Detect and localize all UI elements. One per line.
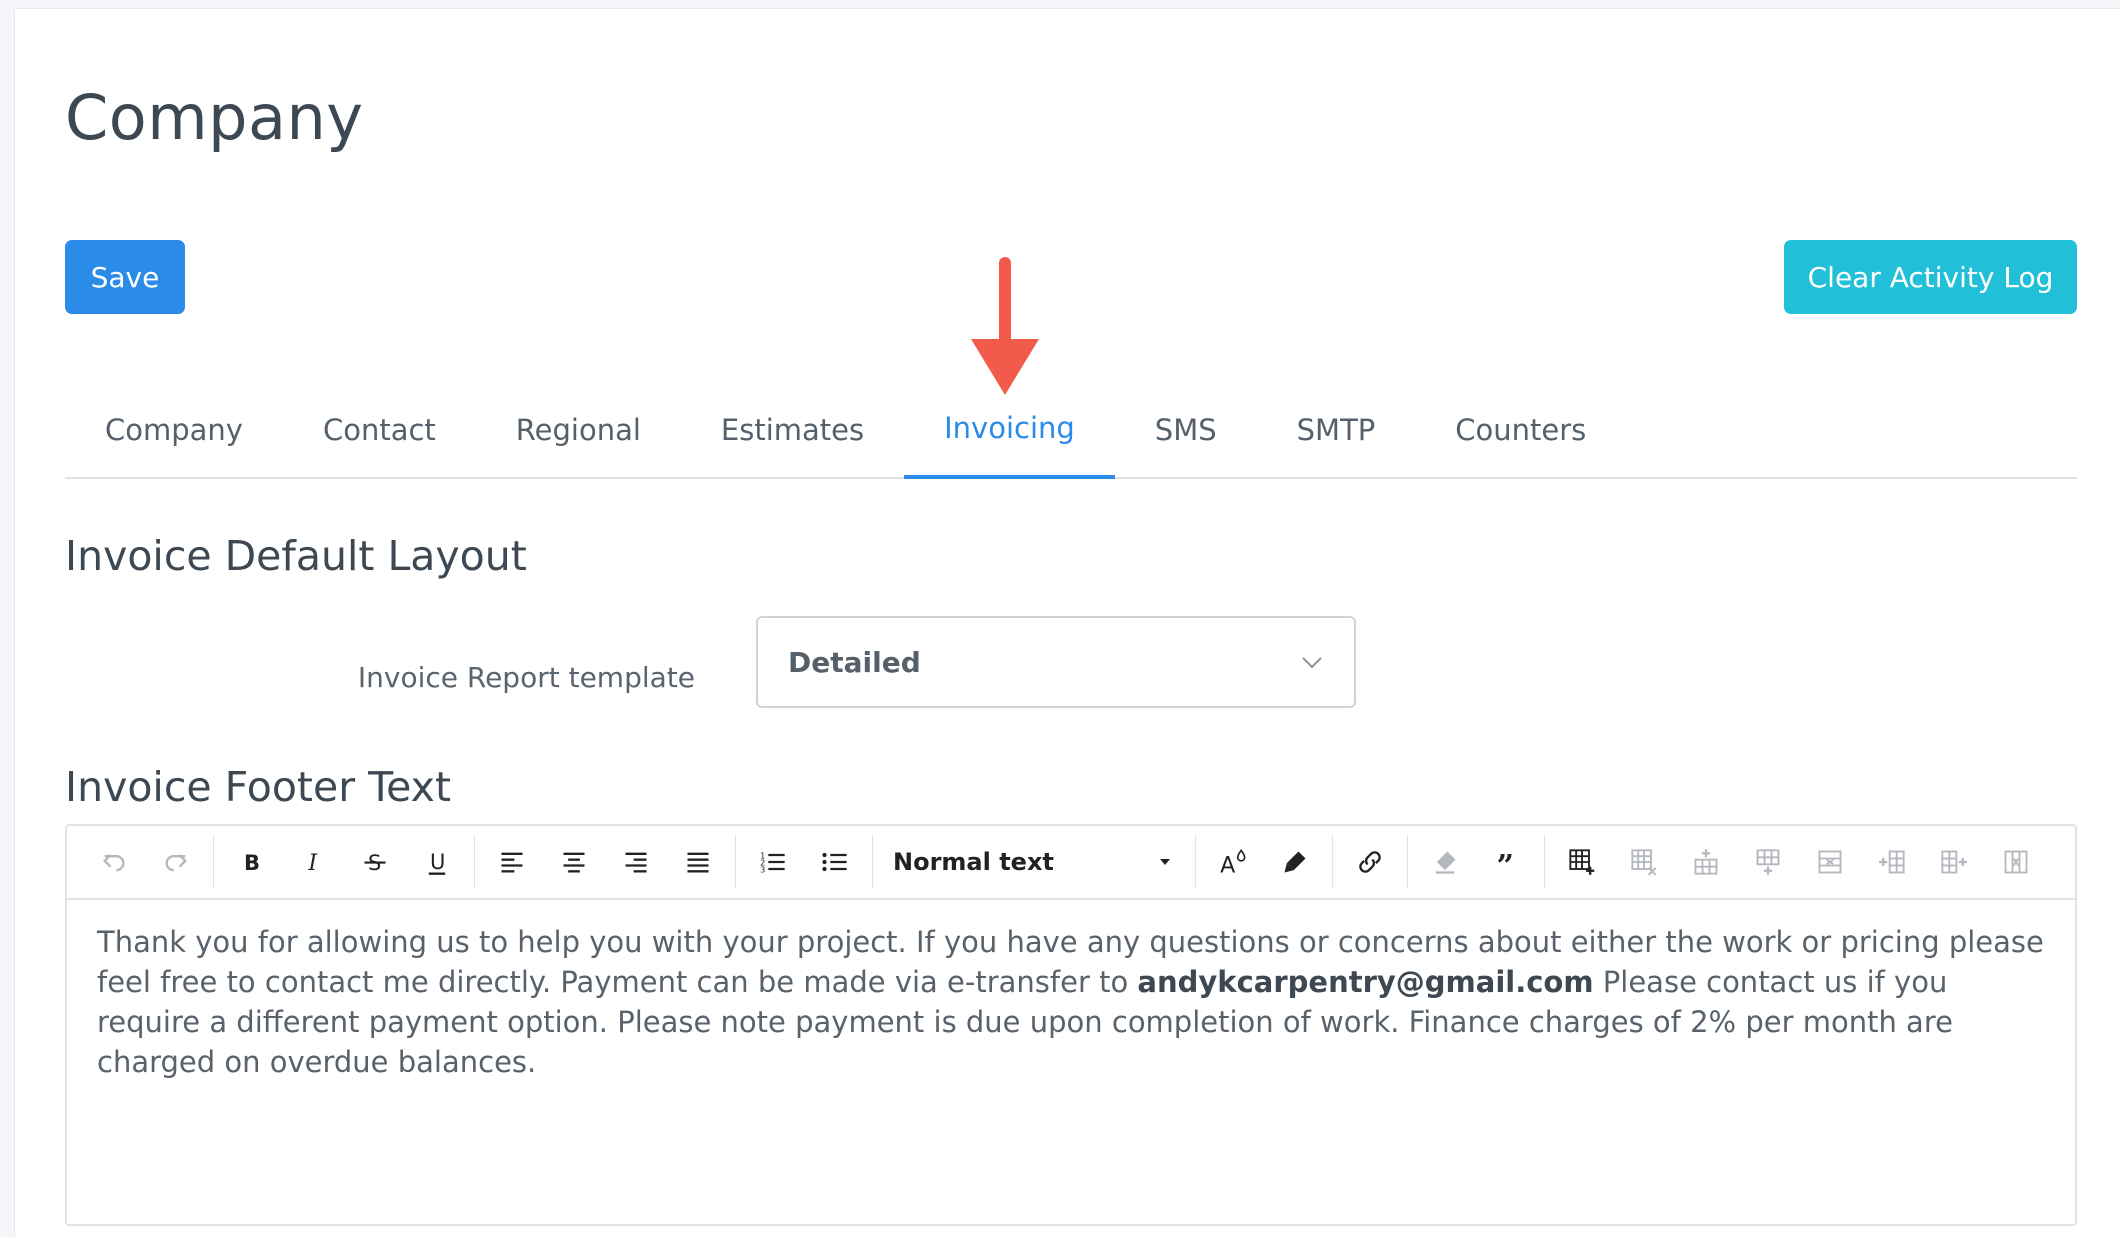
link-icon[interactable]: [1339, 836, 1401, 888]
tab-contact[interactable]: Contact: [283, 381, 476, 479]
block-format-value: Normal text: [893, 848, 1054, 876]
strikethrough-icon[interactable]: S: [344, 836, 406, 888]
insert-table-icon[interactable]: [1551, 836, 1613, 888]
delete-table-icon[interactable]: [1613, 836, 1675, 888]
link-group: [1333, 835, 1408, 889]
bullet-list-icon[interactable]: [804, 836, 866, 888]
rich-text-editor: B I S U 1 2 3 Normal text A ” Thank you …: [65, 824, 2077, 1226]
format-group: Normal text: [873, 835, 1196, 889]
insert-column-right-icon[interactable]: [1923, 836, 1985, 888]
svg-text:3: 3: [760, 865, 765, 875]
tab-sms[interactable]: SMS: [1115, 381, 1257, 479]
template-field-label: Invoice Report template: [357, 661, 695, 694]
tab-company[interactable]: Company: [65, 381, 283, 479]
settings-tabs: Company Contact Regional Estimates Invoi…: [65, 381, 2077, 479]
text-style-group: B I S U: [214, 835, 475, 889]
clear-activity-log-button[interactable]: Clear Activity Log: [1784, 240, 2077, 314]
tab-invoicing[interactable]: Invoicing: [904, 381, 1115, 479]
highlight-icon[interactable]: [1264, 836, 1326, 888]
svg-text:A: A: [1220, 853, 1235, 877]
blockquote-icon[interactable]: ”: [1476, 836, 1538, 888]
insert-column-left-icon[interactable]: [1861, 836, 1923, 888]
underline-icon[interactable]: U: [406, 836, 468, 888]
table-group: [1545, 835, 2053, 889]
chevron-down-icon: [1302, 657, 1322, 669]
font-color-icon[interactable]: A: [1202, 836, 1264, 888]
footer-email: andykcarpentry@gmail.com: [1137, 965, 1594, 999]
redo-icon[interactable]: [145, 836, 207, 888]
page-title: Company: [65, 81, 364, 154]
insert-row-above-icon[interactable]: [1675, 836, 1737, 888]
undo-icon[interactable]: [83, 836, 145, 888]
caret-down-icon: [1160, 859, 1170, 865]
tab-estimates[interactable]: Estimates: [681, 381, 904, 479]
list-group: 123: [736, 835, 873, 889]
insert-row-below-icon[interactable]: [1737, 836, 1799, 888]
delete-row-icon[interactable]: [1799, 836, 1861, 888]
tab-regional[interactable]: Regional: [476, 381, 681, 479]
block-format-select[interactable]: Normal text: [879, 836, 1189, 888]
svg-text:B: B: [244, 851, 260, 875]
svg-text:”: ”: [1497, 849, 1514, 876]
editor-toolbar: B I S U 1 2 3 Normal text A ”: [67, 826, 2075, 900]
svg-text:U: U: [430, 850, 445, 874]
align-right-icon[interactable]: [605, 836, 667, 888]
misc-group: ”: [1408, 835, 1545, 889]
invoice-template-select[interactable]: Detailed: [756, 616, 1356, 708]
footer-text-editable[interactable]: Thank you for allowing us to help you wi…: [67, 900, 2075, 1082]
invoice-footer-heading: Invoice Footer Text: [65, 763, 452, 811]
history-group: [77, 835, 214, 889]
bold-icon[interactable]: B: [220, 836, 282, 888]
clear-format-icon[interactable]: [1414, 836, 1476, 888]
color-group: A: [1196, 835, 1333, 889]
ordered-list-icon[interactable]: 123: [742, 836, 804, 888]
save-button[interactable]: Save: [65, 240, 185, 314]
alignment-group: [475, 835, 736, 889]
tab-counters[interactable]: Counters: [1415, 381, 1626, 479]
invoice-template-value: Detailed: [788, 645, 921, 679]
invoice-layout-heading: Invoice Default Layout: [65, 532, 527, 580]
align-left-icon[interactable]: [481, 836, 543, 888]
align-center-icon[interactable]: [543, 836, 605, 888]
tab-smtp[interactable]: SMTP: [1257, 381, 1416, 479]
align-justify-icon[interactable]: [667, 836, 729, 888]
svg-text:I: I: [307, 850, 318, 876]
page-container: Company Save Clear Activity Log Company …: [14, 8, 2120, 1237]
delete-column-icon[interactable]: [1985, 836, 2047, 888]
italic-icon[interactable]: I: [282, 836, 344, 888]
